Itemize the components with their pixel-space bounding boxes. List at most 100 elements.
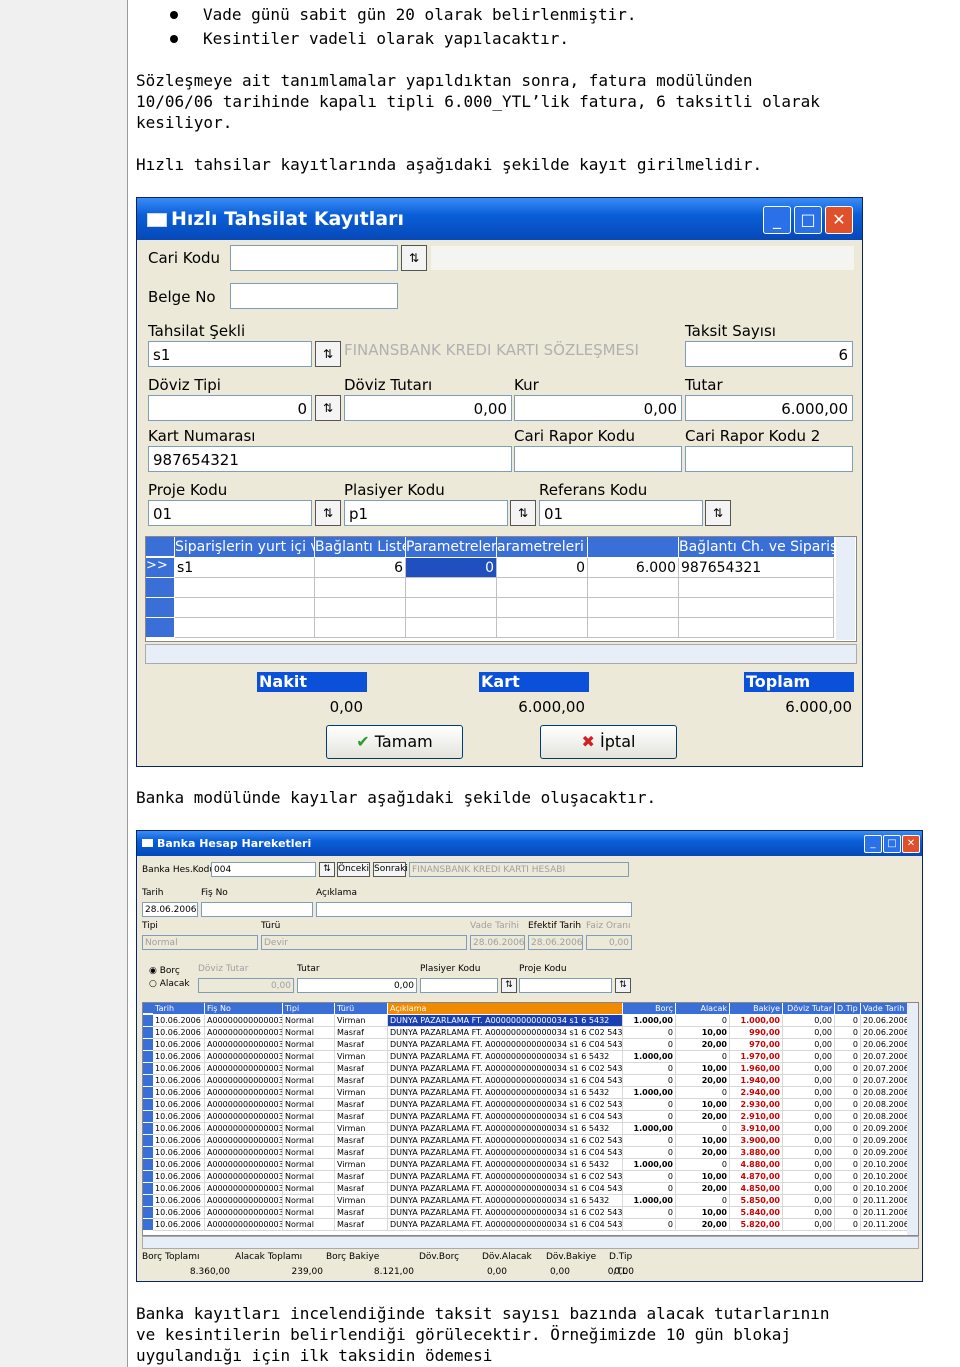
grid-cell[interactable]: 0,00 bbox=[783, 1063, 835, 1075]
grid-cell[interactable]: Normal bbox=[283, 1195, 335, 1207]
grid-cell[interactable]: 10,00 bbox=[676, 1207, 730, 1219]
plasiyer-kodu-lookup-icon[interactable]: ⇅ bbox=[510, 500, 536, 526]
grid-cell[interactable]: 20,00 bbox=[676, 1219, 730, 1231]
tarih-field[interactable]: 28.06.2006 bbox=[142, 902, 198, 917]
grid-cell[interactable]: 4.850,00 bbox=[730, 1183, 783, 1195]
row-marker[interactable]: >> bbox=[146, 558, 174, 578]
grid-cell[interactable]: 20.09.2006 bbox=[861, 1135, 909, 1147]
previous-button[interactable]: Önceki bbox=[337, 862, 370, 877]
grid-cell[interactable]: 990,00 bbox=[730, 1027, 783, 1039]
grid-cell[interactable]: Normal bbox=[283, 1027, 335, 1039]
grid-cell[interactable]: 0 bbox=[623, 1099, 676, 1111]
turu-select[interactable]: Devir bbox=[261, 935, 467, 950]
grid-cell[interactable]: Masraf bbox=[335, 1147, 388, 1159]
grid-cell[interactable]: DUNYA PAZARLAMA FT. A000000000000034 s1 … bbox=[388, 1027, 623, 1039]
grid-cell[interactable]: 0,00 bbox=[783, 1111, 835, 1123]
grid-cell[interactable]: 0 bbox=[497, 558, 588, 578]
grid-cell[interactable]: 10.06.2006 bbox=[153, 1063, 205, 1075]
row-header[interactable] bbox=[143, 1075, 153, 1087]
plasiyer-kodu-field[interactable] bbox=[420, 978, 498, 993]
grid-header[interactable]: Açıklama bbox=[388, 1003, 623, 1014]
grid-cell[interactable]: 10.06.2006 bbox=[153, 1147, 205, 1159]
grid-cell[interactable]: Normal bbox=[283, 1123, 335, 1135]
grid-cell[interactable]: 10.06.2006 bbox=[153, 1027, 205, 1039]
grid-cell[interactable]: 0,00 bbox=[783, 1135, 835, 1147]
row-header[interactable] bbox=[143, 1219, 153, 1231]
grid-cell[interactable]: DUNYA PAZARLAMA FT. A000000000000034 s1 … bbox=[388, 1135, 623, 1147]
grid-cell[interactable]: 20.07.2006 bbox=[861, 1051, 909, 1063]
grid-cell[interactable]: Masraf bbox=[335, 1099, 388, 1111]
grid-cell[interactable]: 20,00 bbox=[676, 1147, 730, 1159]
grid-cell[interactable]: Normal bbox=[283, 1063, 335, 1075]
grid-cell[interactable]: DUNYA PAZARLAMA FT. A000000000000034 s1 … bbox=[388, 1123, 623, 1135]
grid-cell[interactable]: 20.11.2006 bbox=[861, 1219, 909, 1231]
grid-cell[interactable]: Masraf bbox=[335, 1063, 388, 1075]
grid-cell[interactable]: 987654321 bbox=[679, 558, 834, 578]
row-header[interactable] bbox=[143, 1051, 153, 1063]
grid-cell[interactable]: DUNYA PAZARLAMA FT. A000000000000034 s1 … bbox=[388, 1039, 623, 1051]
grid-cell[interactable]: DUNYA PAZARLAMA FT. A000000000000034 s1 … bbox=[388, 1111, 623, 1123]
fis-no-field[interactable] bbox=[201, 902, 313, 917]
tutar-field[interactable]: 6.000,00 bbox=[685, 395, 853, 421]
grid-cell[interactable]: A000000000000034 bbox=[205, 1087, 283, 1099]
plasiyer-kodu-field[interactable]: p1 bbox=[344, 500, 508, 526]
grid-cell[interactable]: 0 bbox=[835, 1195, 861, 1207]
grid-cell[interactable]: Masraf bbox=[335, 1027, 388, 1039]
grid-cell[interactable]: 0,00 bbox=[783, 1183, 835, 1195]
lookup-icon[interactable]: ⇅ bbox=[615, 978, 631, 993]
grid-header[interactable]: Tipi bbox=[283, 1003, 335, 1014]
grid-header[interactable]: Fiş No bbox=[205, 1003, 283, 1014]
grid-cell[interactable]: 20,00 bbox=[676, 1183, 730, 1195]
cari-kodu-field[interactable] bbox=[230, 245, 398, 271]
row-header[interactable] bbox=[143, 1183, 153, 1195]
row-header[interactable] bbox=[143, 1195, 153, 1207]
grid-cell[interactable]: 20,00 bbox=[676, 1039, 730, 1051]
grid-cell[interactable]: 20,00 bbox=[676, 1111, 730, 1123]
row-header[interactable] bbox=[143, 1111, 153, 1123]
grid-cell[interactable]: Virman bbox=[335, 1051, 388, 1063]
grid-cell[interactable]: 3.910,00 bbox=[730, 1123, 783, 1135]
grid-header[interactable]: Bağlantı Ch. ve Sipariş bbox=[679, 537, 835, 557]
grid-cell[interactable]: 20.09.2006 bbox=[861, 1123, 909, 1135]
grid-cell[interactable]: Virman bbox=[335, 1087, 388, 1099]
grid-cell[interactable]: A000000000000034 bbox=[205, 1039, 283, 1051]
grid-cell[interactable]: 5.840,00 bbox=[730, 1207, 783, 1219]
grid-cell[interactable]: A000000000000034 bbox=[205, 1183, 283, 1195]
grid-cell[interactable]: 10.06.2006 bbox=[153, 1039, 205, 1051]
grid-header[interactable]: Vade Tarih bbox=[861, 1003, 909, 1014]
grid-cell[interactable]: DUNYA PAZARLAMA FT. A000000000000034 s1 … bbox=[388, 1075, 623, 1087]
grid-header[interactable] bbox=[588, 537, 679, 557]
grid-cell[interactable]: 0,00 bbox=[783, 1027, 835, 1039]
grid-header[interactable]: D.Tip bbox=[835, 1003, 861, 1014]
grid-cell[interactable]: A000000000000034 bbox=[205, 1195, 283, 1207]
tahsilat-sekli-lookup-icon[interactable]: ⇅ bbox=[315, 341, 341, 367]
grid-cell[interactable]: 0,00 bbox=[783, 1051, 835, 1063]
grid-cell[interactable]: A000000000000034 bbox=[205, 1075, 283, 1087]
grid-cell[interactable]: A000000000000034 bbox=[205, 1051, 283, 1063]
grid-cell[interactable]: 1.000,00 bbox=[623, 1123, 676, 1135]
row-header[interactable] bbox=[143, 1063, 153, 1075]
row-header[interactable] bbox=[143, 1039, 153, 1051]
row-header[interactable] bbox=[146, 598, 174, 618]
cari-kodu-lookup-icon[interactable]: ⇅ bbox=[401, 245, 427, 271]
grid-cell[interactable]: 0 bbox=[623, 1171, 676, 1183]
aciklama-field[interactable] bbox=[316, 902, 632, 917]
grid-cell[interactable]: 0 bbox=[835, 1027, 861, 1039]
grid-cell[interactable]: 1.970,00 bbox=[730, 1051, 783, 1063]
grid-cell[interactable]: 0,00 bbox=[783, 1087, 835, 1099]
grid-cell[interactable]: 10.06.2006 bbox=[153, 1135, 205, 1147]
doviz-tutar-field[interactable]: 0,00 bbox=[198, 978, 294, 993]
grid-cell[interactable]: 3.880,00 bbox=[730, 1147, 783, 1159]
row-header[interactable] bbox=[143, 1087, 153, 1099]
close-icon[interactable]: ✕ bbox=[825, 206, 853, 234]
cancel-button[interactable]: ✖ İptal bbox=[540, 725, 677, 759]
cari-rapor-kodu-field[interactable] bbox=[514, 446, 682, 472]
grid-cell[interactable]: A000000000000034 bbox=[205, 1123, 283, 1135]
grid-cell[interactable]: Normal bbox=[283, 1159, 335, 1171]
grid-cell[interactable]: Normal bbox=[283, 1111, 335, 1123]
grid-cell[interactable]: 1.000,00 bbox=[623, 1015, 676, 1027]
grid-cell[interactable]: 20.08.2006 bbox=[861, 1111, 909, 1123]
horizontal-scrollbar[interactable] bbox=[145, 644, 857, 664]
grid-cell[interactable]: 0 bbox=[835, 1207, 861, 1219]
grid-cell[interactable]: 1.000,00 bbox=[623, 1159, 676, 1171]
